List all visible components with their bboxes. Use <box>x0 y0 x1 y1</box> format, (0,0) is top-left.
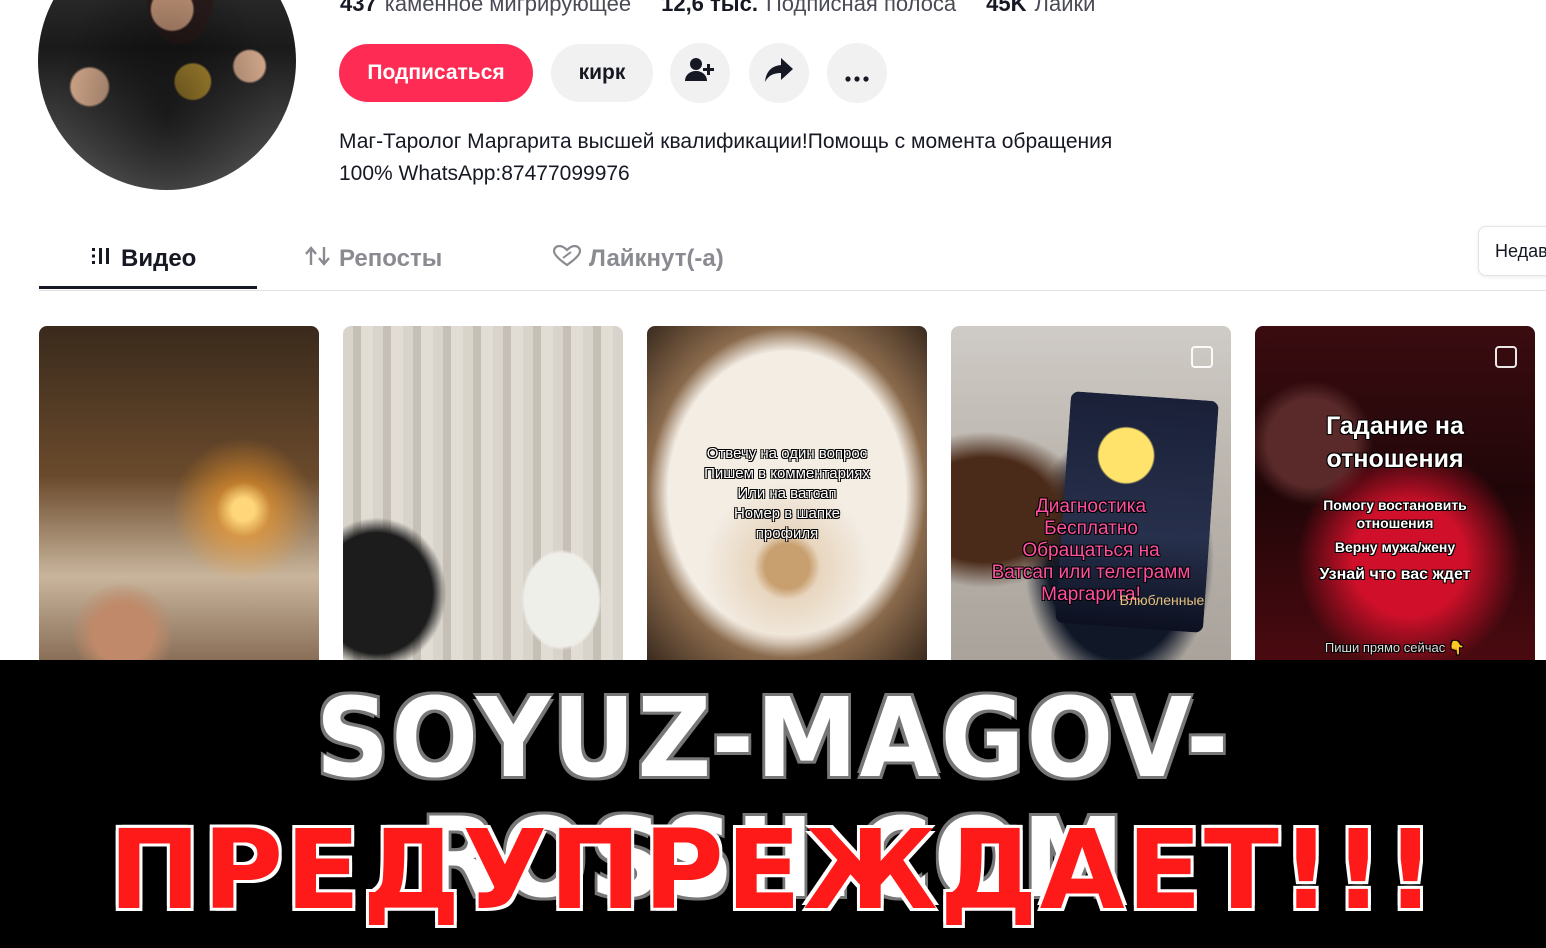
sort-dropdown[interactable]: Недав <box>1478 226 1546 276</box>
video-card-4[interactable]: Диагностика Бесплатно Обращаться на Ватс… <box>951 326 1231 660</box>
pinned-icon <box>1495 346 1517 368</box>
add-user-icon <box>685 57 715 90</box>
profile-bio: Маг-Таролог Маргарита высшей квалификаци… <box>339 126 1259 190</box>
avatar[interactable] <box>38 0 296 190</box>
tab-reposts-label: Репосты <box>339 245 443 272</box>
stat-likes-label: Лайки <box>1034 0 1096 16</box>
share-icon <box>765 57 793 89</box>
video-card-1[interactable] <box>39 326 319 660</box>
video-3-caption-line: Или на ватсап <box>737 485 837 502</box>
video-card-3[interactable]: Отвечу на один вопрос Пишем в комментари… <box>647 326 927 660</box>
follow-button[interactable]: Подписаться <box>339 44 533 102</box>
tab-videos[interactable]: Видео <box>91 230 196 288</box>
stat-followers-label: Подписная полоса <box>765 0 957 16</box>
video-card-5[interactable]: Гадание на отношения Помогу востановить … <box>1255 326 1535 660</box>
share-button[interactable] <box>749 43 809 103</box>
profile-tabs: Видео Репосты Лайкнут(-а) <box>39 230 1546 291</box>
add-friend-button[interactable] <box>670 43 730 103</box>
sort-dropdown-label: Недав <box>1495 240 1546 261</box>
banner-warning-text: ПРЕДУПРЕЖДАЕТ!!! <box>108 806 1438 934</box>
liked-heart-icon <box>552 244 582 274</box>
bio-line-1: Маг-Таролог Маргарита высшей квалификаци… <box>339 130 1113 153</box>
stat-followers[interactable]: 12,6 тыс. Подписная полоса <box>661 0 956 18</box>
active-tab-indicator <box>39 286 257 289</box>
grid-icon <box>91 245 113 273</box>
video-4-caption: Диагностика Бесплатно Обращаться на Ватс… <box>951 496 1231 606</box>
video-3-caption-line: Отвечу на один вопрос <box>706 445 868 462</box>
video-5-title: Гадание на отношения <box>1255 410 1535 476</box>
message-button[interactable]: кирк <box>551 44 653 102</box>
tarot-card-title: Влюбленные <box>1119 592 1205 608</box>
video-5-line: отношения <box>1356 515 1434 531</box>
video-3-caption: Отвечу на один вопрос Пишем в комментари… <box>647 444 927 544</box>
video-3-caption-line: профиля <box>755 525 819 542</box>
video-5-text-a: Помогу востановить отношения <box>1255 496 1535 532</box>
video-5-line: Пиши прямо сейчас 👇 <box>1324 640 1466 655</box>
profile-stats: 437 каменное мигрирующее 12,6 тыс. Подписн… <box>340 0 1095 18</box>
tab-reposts[interactable]: Репосты <box>305 230 442 288</box>
video-3-caption-line: Пишем в комментариях <box>704 465 870 482</box>
stat-following[interactable]: 437 каменное мигрирующее <box>340 0 631 18</box>
video-4-caption-line: Бесплатно <box>1044 518 1138 539</box>
video-4-caption-line: Ватсап или телеграмм <box>991 562 1191 583</box>
stat-likes-value: 45K <box>986 0 1027 16</box>
pinned-icon <box>1191 346 1213 368</box>
stat-likes: 45K Лайки <box>986 0 1095 18</box>
more-button[interactable] <box>827 43 887 103</box>
stat-following-value: 437 <box>340 0 377 16</box>
video-5-title-line: Гадание на <box>1326 412 1464 440</box>
video-4-caption-line: Обращаться на <box>1022 540 1160 561</box>
video-4-caption-line: Диагностика <box>1035 496 1147 517</box>
video-5-title-line: отношения <box>1326 445 1464 473</box>
stat-following-label: каменное мигрирующее <box>384 0 632 16</box>
avatar-shade <box>38 0 296 190</box>
video-5-line: Узнай что вас ждет <box>1319 566 1471 583</box>
warning-banner: SOYUZ-MAGOV-ROSSII.COM ПРЕДУПРЕЖДАЕТ!!! <box>0 660 1546 948</box>
more-icon <box>845 58 869 89</box>
tab-videos-label: Видео <box>121 245 197 272</box>
tab-liked-label: Лайкнут(-а) <box>589 245 724 272</box>
repost-icon <box>305 245 331 274</box>
tab-liked[interactable]: Лайкнут(-а) <box>552 230 724 288</box>
video-5-line: Помогу востановить <box>1323 497 1467 513</box>
video-card-2[interactable] <box>343 326 623 660</box>
stat-followers-value: 12,6 тыс. <box>661 0 758 16</box>
video-5-line: Верну мужа/жену <box>1334 539 1456 555</box>
video-3-caption-line: Номер в шапке <box>733 505 841 522</box>
bio-line-2: 100% WhatsApp:87477099976 <box>339 162 630 185</box>
